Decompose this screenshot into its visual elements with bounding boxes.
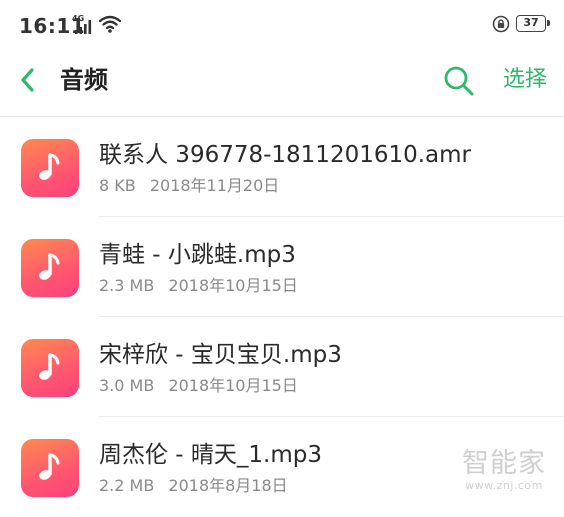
file-meta: 8 KB 2018年11月20日 xyxy=(99,175,279,197)
file-name: 青蛙 - 小跳蛙.mp3 xyxy=(99,242,296,268)
file-name: 周杰伦 - 晴天_1.mp3 xyxy=(99,442,323,468)
file-size: 2.3 MB xyxy=(99,276,155,295)
cellular-signal-icon: 4G xyxy=(72,14,94,36)
watermark: 智能家 www.znj.com xyxy=(452,449,556,493)
file-date: 2018年10月15日 xyxy=(168,376,298,395)
battery-icon: 37 xyxy=(516,15,550,32)
file-list-item[interactable]: 联系人 396778-1811201610.amr 8 KB 2018年11月2… xyxy=(0,117,564,217)
file-date: 2018年11月20日 xyxy=(149,176,280,195)
watermark-url: www.znj.com xyxy=(465,479,543,492)
status-bar: 16:11 4G 37 xyxy=(0,0,564,52)
file-date: 2018年8月18日 xyxy=(168,476,288,495)
rotation-lock-icon xyxy=(492,15,510,37)
music-note-icon xyxy=(21,239,79,297)
file-name: 联系人 396778-1811201610.amr xyxy=(99,142,472,168)
back-arrow-icon[interactable] xyxy=(14,65,44,95)
wifi-icon xyxy=(98,14,122,38)
file-list-item[interactable]: 青蛙 - 小跳蛙.mp3 2.3 MB 2018年10月15日 xyxy=(0,217,564,317)
file-meta: 2.2 MB 2018年8月18日 xyxy=(99,475,288,497)
header-bar: 音频 选择 xyxy=(0,52,564,112)
music-note-icon xyxy=(21,439,79,497)
watermark-brand: 智能家 xyxy=(462,448,546,479)
file-date: 2018年10月15日 xyxy=(168,276,298,295)
select-button[interactable]: 选择 xyxy=(503,64,547,96)
file-name: 宋梓欣 - 宝贝宝贝.mp3 xyxy=(99,342,342,368)
file-size: 8 KB xyxy=(99,176,136,195)
file-list-item[interactable]: 宋梓欣 - 宝贝宝贝.mp3 3.0 MB 2018年10月15日 xyxy=(0,317,564,417)
page-title: 音频 xyxy=(60,66,108,94)
file-meta: 3.0 MB 2018年10月15日 xyxy=(99,375,298,397)
music-note-icon xyxy=(21,139,79,197)
music-note-icon xyxy=(21,339,79,397)
search-icon[interactable] xyxy=(442,64,476,98)
file-size: 2.2 MB xyxy=(99,476,155,495)
file-size: 3.0 MB xyxy=(99,376,155,395)
file-meta: 2.3 MB 2018年10月15日 xyxy=(99,275,298,297)
